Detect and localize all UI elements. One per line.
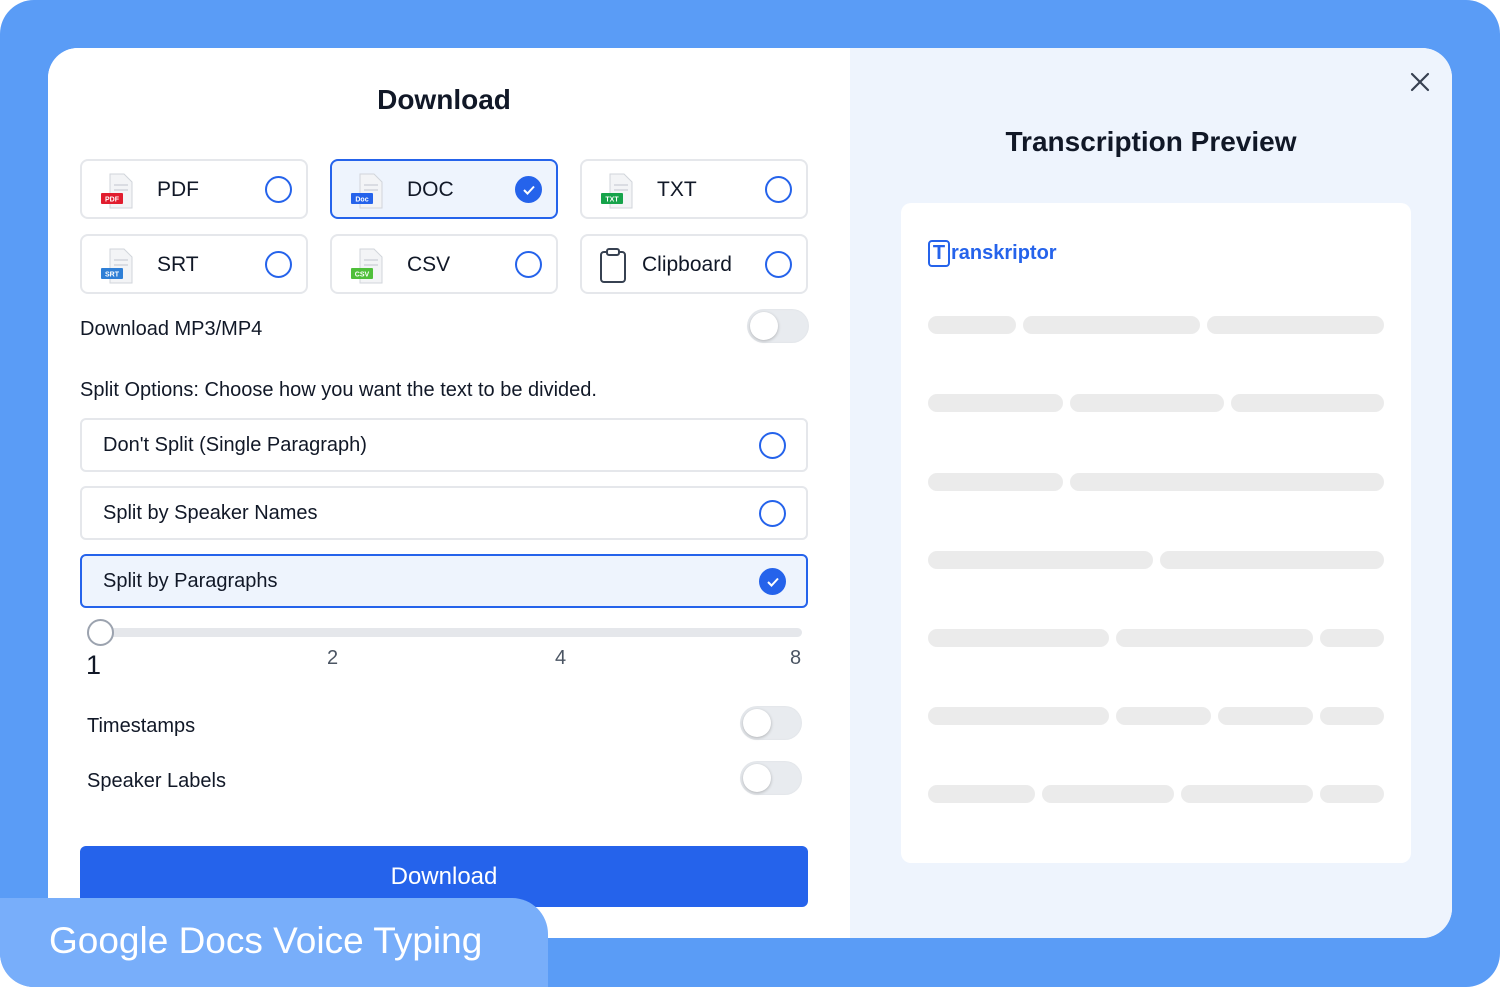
split-paragraphs-radio-checked[interactable]	[759, 568, 786, 595]
caption-text: Google Docs Voice Typing	[49, 920, 483, 961]
transkriptor-logo: T ranskriptor	[928, 240, 1057, 267]
skeleton-line	[1042, 785, 1174, 803]
skeleton-line	[928, 394, 1063, 412]
skeleton-line	[1218, 707, 1313, 725]
download-dialog: Download PDF PDF Doc DOC TXT TXT SRT SRT…	[48, 48, 1452, 938]
split-option-label: Split by Speaker Names	[103, 502, 318, 524]
txt-badge-text: TXT	[605, 197, 619, 204]
pdf-badge-text: PDF	[105, 197, 120, 204]
preview-panel: Transcription Preview T ranskriptor	[850, 48, 1452, 938]
slider-tick-2: 2	[327, 647, 339, 669]
speaker-labels-label: Speaker Labels	[87, 770, 226, 792]
split-options-heading: Split Options: Choose how you want the t…	[80, 379, 597, 401]
skeleton-line	[928, 473, 1063, 491]
skeleton-line	[1320, 785, 1384, 803]
paragraph-size-slider-thumb[interactable]	[87, 619, 114, 646]
logo-wordmark: ranskriptor	[951, 242, 1057, 264]
csv-radio[interactable]	[515, 251, 542, 278]
split-option-label: Split by Paragraphs	[103, 570, 278, 592]
doc-badge-text: Doc	[355, 197, 368, 204]
doc-file-icon: Doc	[351, 173, 383, 209]
skeleton-line	[1116, 707, 1211, 725]
skeleton-line	[928, 707, 1109, 725]
format-label-srt: SRT	[157, 253, 199, 276]
skeleton-line	[1181, 785, 1313, 803]
toggle-knob	[743, 764, 771, 792]
clipboard-icon	[600, 248, 626, 283]
timestamps-toggle[interactable]	[740, 706, 802, 740]
paragraph-size-slider-track[interactable]	[88, 628, 802, 637]
skeleton-line	[1070, 394, 1224, 412]
slider-tick-8: 8	[790, 647, 802, 669]
slider-tick-1: 1	[86, 650, 102, 680]
split-option-speaker-names[interactable]: Split by Speaker Names	[80, 486, 808, 540]
clipboard-radio[interactable]	[765, 251, 792, 278]
csv-file-icon: CSV	[351, 248, 383, 284]
skeleton-line	[928, 316, 1016, 334]
split-none-radio[interactable]	[759, 432, 786, 459]
pdf-file-icon: PDF	[101, 173, 133, 209]
preview-title: Transcription Preview	[1005, 126, 1297, 157]
csv-badge-text: CSV	[355, 272, 370, 279]
txt-radio[interactable]	[765, 176, 792, 203]
split-option-paragraphs[interactable]: Split by Paragraphs	[80, 554, 808, 608]
media-download-toggle[interactable]	[747, 309, 809, 343]
doc-radio-checked[interactable]	[515, 176, 542, 203]
split-option-label: Don't Split (Single Paragraph)	[103, 434, 367, 456]
skeleton-line	[1320, 629, 1384, 647]
skeleton-line	[1231, 394, 1384, 412]
split-option-none[interactable]: Don't Split (Single Paragraph)	[80, 418, 808, 472]
close-icon[interactable]	[1406, 68, 1434, 96]
skeleton-line	[1160, 551, 1384, 569]
format-label-pdf: PDF	[157, 178, 199, 201]
skeleton-line	[928, 551, 1153, 569]
format-option-pdf[interactable]: PDF PDF	[80, 159, 308, 219]
download-options-panel: Download PDF PDF Doc DOC TXT TXT SRT SRT…	[48, 48, 850, 938]
dialog-title: Download	[377, 84, 511, 115]
skeleton-line	[1116, 629, 1313, 647]
format-label-clipboard: Clipboard	[642, 253, 732, 276]
slider-tick-4: 4	[555, 647, 567, 669]
background-frame: Download PDF PDF Doc DOC TXT TXT SRT SRT…	[0, 0, 1500, 987]
toggle-knob	[750, 312, 778, 340]
skeleton-line	[1070, 473, 1384, 491]
srt-badge-text: SRT	[105, 272, 120, 279]
skeleton-line	[1023, 316, 1200, 334]
skeleton-line	[1320, 707, 1384, 725]
format-option-srt[interactable]: SRT SRT	[80, 234, 308, 294]
preview-card: T ranskriptor	[901, 203, 1411, 863]
toggle-knob	[743, 709, 771, 737]
format-option-txt[interactable]: TXT TXT	[580, 159, 808, 219]
logo-letter: T	[928, 240, 950, 267]
skeleton-line	[1207, 316, 1384, 334]
format-option-clipboard[interactable]: Clipboard	[580, 234, 808, 294]
srt-radio[interactable]	[265, 251, 292, 278]
format-label-txt: TXT	[657, 178, 697, 201]
media-download-label: Download MP3/MP4	[80, 318, 263, 340]
format-label-csv: CSV	[407, 253, 451, 276]
srt-file-icon: SRT	[101, 248, 133, 284]
txt-file-icon: TXT	[601, 173, 633, 209]
skeleton-line	[928, 629, 1109, 647]
timestamps-label: Timestamps	[87, 715, 196, 737]
skeleton-line	[928, 785, 1035, 803]
speaker-labels-toggle[interactable]	[740, 761, 802, 795]
split-speaker-radio[interactable]	[759, 500, 786, 527]
format-option-csv[interactable]: CSV CSV	[330, 234, 558, 294]
format-label-doc: DOC	[407, 178, 454, 201]
pdf-radio[interactable]	[265, 176, 292, 203]
caption-banner: Google Docs Voice Typing	[0, 898, 548, 987]
format-option-doc[interactable]: Doc DOC	[330, 159, 558, 219]
